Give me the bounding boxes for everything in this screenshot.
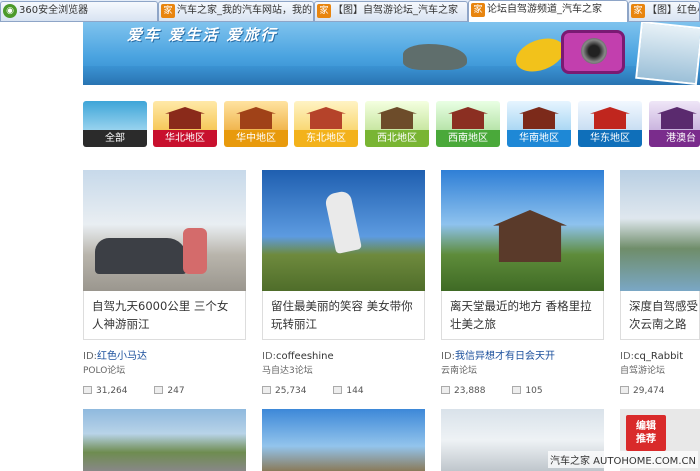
article-thumbnail[interactable] bbox=[262, 170, 425, 291]
view-count: 29,474 bbox=[633, 386, 665, 396]
tab-roadtrip-forum[interactable]: 家【图】自驾游论坛_汽车之家 bbox=[314, 1, 468, 21]
region-label: 西南地区 bbox=[436, 130, 500, 147]
region-label: 东北地区 bbox=[294, 130, 358, 147]
reply-count: 105 bbox=[525, 386, 543, 396]
forum-name[interactable]: 自驾游论坛 bbox=[620, 365, 700, 378]
hall-icon bbox=[448, 107, 488, 129]
author-link[interactable]: coffeeshine bbox=[276, 351, 334, 362]
region-label: 华南地区 bbox=[507, 130, 571, 147]
article-thumbnail[interactable] bbox=[262, 409, 425, 471]
region-label: 西北地区 bbox=[365, 130, 429, 147]
article-title[interactable]: 自驾九天6000公里 三个女人神游丽江 bbox=[83, 291, 246, 340]
car-shape bbox=[95, 238, 187, 274]
comment-icon bbox=[512, 386, 522, 394]
reply-count: 247 bbox=[167, 386, 185, 396]
autohome-favicon-icon: 家 bbox=[471, 3, 485, 17]
article-thumbnail[interactable] bbox=[441, 170, 604, 291]
region-label: 华北地区 bbox=[153, 130, 217, 147]
forum-name[interactable]: POLO论坛 bbox=[83, 365, 246, 378]
browser-tab-strip: ◉ 360安全浏览器 家汽车之家_我的汽车网站，我的 家【图】自驾游论坛_汽车之家… bbox=[0, 0, 700, 22]
pavilion-icon bbox=[590, 107, 630, 129]
author-link[interactable]: cq_Rabbit bbox=[634, 351, 683, 362]
region-hk-macau-taiwan[interactable]: 港澳台 bbox=[649, 101, 700, 147]
view-count: 31,264 bbox=[96, 386, 128, 396]
views-icon bbox=[83, 386, 92, 394]
region-label: 全部 bbox=[83, 130, 147, 147]
forum-name[interactable]: 马自达3论坛 bbox=[262, 365, 425, 378]
world-map-icon bbox=[83, 101, 147, 131]
tab-red-motor[interactable]: 家【图】红色小 bbox=[628, 1, 700, 21]
region-label: 华东地区 bbox=[578, 130, 642, 147]
autohome-favicon-icon: 家 bbox=[631, 4, 645, 18]
reply-count: 144 bbox=[346, 386, 364, 396]
region-east-china[interactable]: 华东地区 bbox=[578, 101, 642, 147]
article-thumbnail[interactable] bbox=[83, 409, 246, 471]
author-link[interactable]: 红色小马达 bbox=[97, 351, 147, 362]
comment-icon bbox=[333, 386, 343, 394]
travel-banner: 爱车 爱生活 爱旅行 bbox=[83, 22, 700, 85]
jumping-person-shape bbox=[324, 189, 362, 255]
region-north-china[interactable]: 华北地区 bbox=[153, 101, 217, 147]
tower-icon bbox=[236, 107, 276, 129]
temple-icon bbox=[306, 107, 346, 129]
region-south-china[interactable]: 华南地区 bbox=[507, 101, 571, 147]
palace-icon bbox=[165, 107, 205, 129]
article-title[interactable]: 留住最美丽的笑容 美女带你玩转丽江 bbox=[262, 291, 425, 340]
region-northeast[interactable]: 东北地区 bbox=[294, 101, 358, 147]
view-count: 23,888 bbox=[454, 386, 486, 396]
banner-slogan: 爱车 爱生活 爱旅行 bbox=[127, 26, 278, 44]
banner-rock bbox=[403, 44, 467, 70]
camera-lens bbox=[581, 38, 607, 64]
article-thumbnail[interactable] bbox=[620, 170, 700, 291]
banner-photo bbox=[635, 22, 700, 85]
browser-logo-icon: ◉ bbox=[3, 4, 17, 18]
editor-pick-badge: 编辑 推荐 bbox=[626, 415, 666, 451]
tab-roadtrip-channel[interactable]: 家论坛自驾游频道_汽车之家 bbox=[468, 0, 628, 22]
site-watermark: 汽车之家 AUTOHOME.COM.CN bbox=[548, 451, 698, 468]
view-count: 25,734 bbox=[275, 386, 307, 396]
tab-autohome-home[interactable]: 家汽车之家_我的汽车网站，我的 bbox=[158, 1, 314, 21]
article-card[interactable]: 自驾九天6000公里 三个女人神游丽江 ID:红色小马达 POLO论坛 31,2… bbox=[83, 170, 246, 398]
region-label: 华中地区 bbox=[224, 130, 288, 147]
gate-icon bbox=[519, 107, 559, 129]
region-label: 港澳台 bbox=[649, 130, 700, 147]
tab-360-browser[interactable]: ◉ 360安全浏览器 bbox=[0, 1, 158, 21]
region-central-china[interactable]: 华中地区 bbox=[224, 101, 288, 147]
article-title[interactable]: 离天堂最近的地方 香格里拉壮美之旅 bbox=[441, 291, 604, 340]
pagoda-icon bbox=[377, 107, 417, 129]
region-southwest[interactable]: 西南地区 bbox=[436, 101, 500, 147]
region-northwest[interactable]: 西北地区 bbox=[365, 101, 429, 147]
autohome-favicon-icon: 家 bbox=[161, 4, 175, 18]
temple-shape bbox=[493, 210, 567, 262]
comment-icon bbox=[154, 386, 164, 394]
forum-name[interactable]: 云南论坛 bbox=[441, 365, 604, 378]
article-card[interactable]: 离天堂最近的地方 香格里拉壮美之旅 ID:我信异想才有日会天开 云南论坛 23,… bbox=[441, 170, 604, 398]
people-shape bbox=[183, 228, 207, 274]
views-icon bbox=[262, 386, 271, 394]
article-title[interactable]: 深度自驾感受 次云南之路 bbox=[620, 291, 700, 340]
views-icon bbox=[441, 386, 450, 394]
article-card[interactable]: 留住最美丽的笑容 美女带你玩转丽江 ID:coffeeshine 马自达3论坛 … bbox=[262, 170, 425, 398]
region-all[interactable]: 全部 bbox=[83, 101, 147, 147]
skyline-icon bbox=[657, 107, 697, 129]
views-icon bbox=[620, 386, 629, 394]
autohome-favicon-icon: 家 bbox=[317, 4, 331, 18]
article-card[interactable]: 深度自驾感受 次云南之路 ID:cq_Rabbit 自驾游论坛 29,474 bbox=[620, 170, 700, 398]
article-thumbnail[interactable] bbox=[83, 170, 246, 291]
author-link[interactable]: 我信异想才有日会天开 bbox=[455, 351, 555, 362]
